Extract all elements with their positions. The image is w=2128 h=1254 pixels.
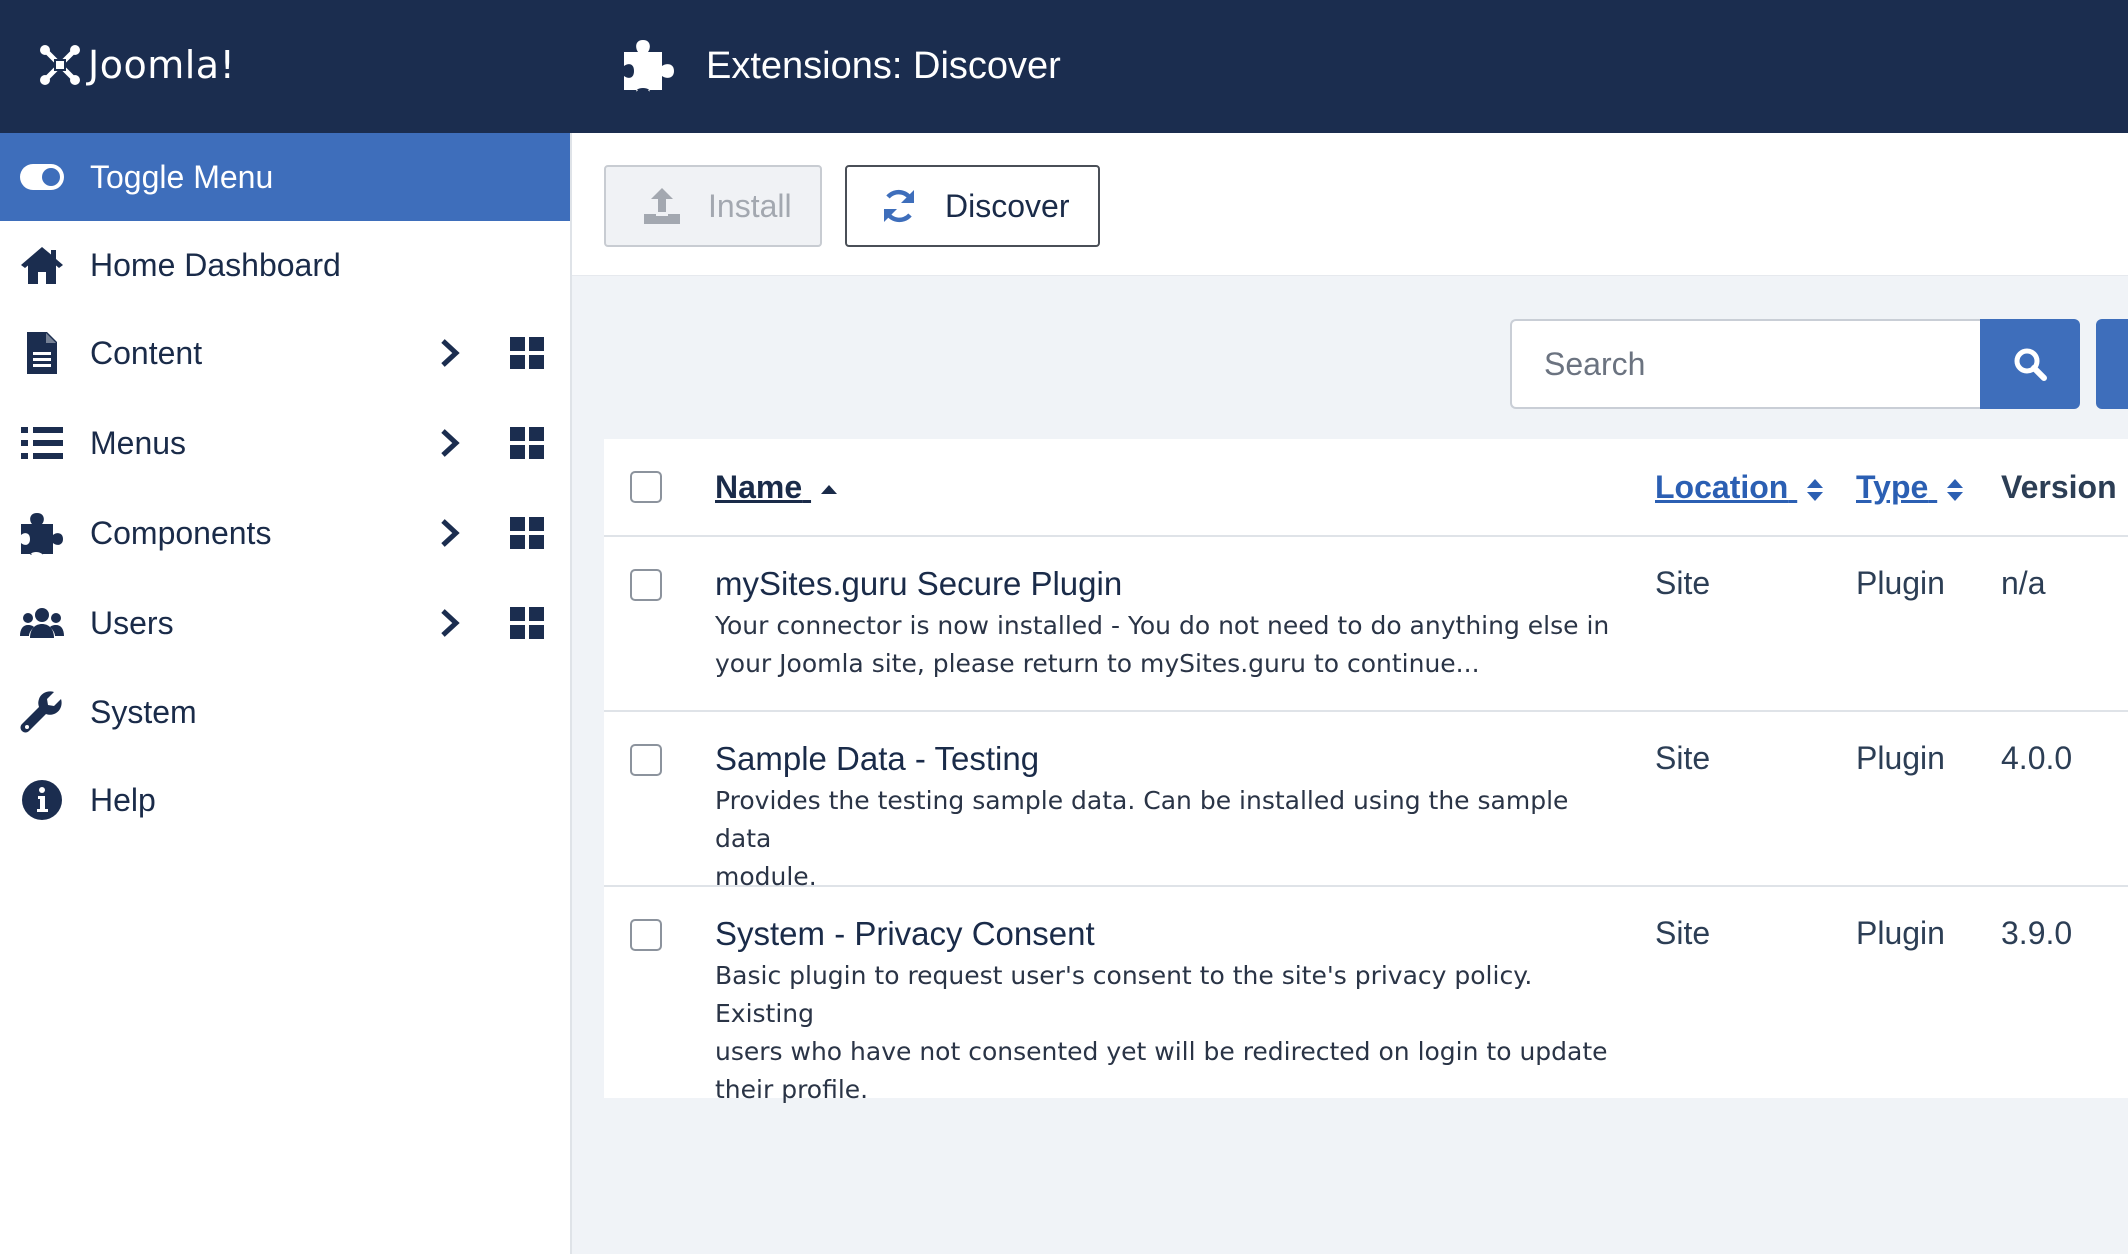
extensions-table: Name Location Type Version mySites.guru … [604,439,2128,1104]
sidebar-item-label: Help [90,781,156,818]
extension-description: Basic plugin to request user's consent t… [715,961,1608,1104]
extension-version: 3.9.0 [2001,915,2073,951]
extension-type: Plugin [1856,740,1945,776]
extension-version: n/a [2001,565,2046,601]
top-header: Joomla! Extensions: Discover [0,0,2128,133]
extension-location: Site [1655,565,1711,601]
sort-icon [1807,478,1824,501]
sidebar-item-label: Content [90,334,203,371]
dashboard-grid-icon[interactable] [508,424,546,462]
info-icon [16,774,68,826]
sidebar-item-menus[interactable]: Menus [0,399,570,487]
discover-button-label: Discover [945,187,1070,224]
wrench-icon [16,686,68,738]
page-title: Extensions: Discover [620,36,1061,96]
extension-type: Plugin [1856,915,1945,951]
sort-asc-icon [821,484,838,494]
chevron-right-icon[interactable] [432,335,468,371]
table-row: Sample Data - Testing Provides the testi… [604,712,2128,891]
sidebar-item-toggle-menu[interactable]: Toggle Menu [0,133,570,221]
chevron-right-icon[interactable] [432,605,468,641]
search-button[interactable] [1980,319,2080,409]
list-icon [16,417,68,469]
extension-description: Provides the testing sample data. Can be… [715,786,1569,891]
puzzle-icon [16,507,68,559]
extension-version: 4.0.0 [2001,740,2073,776]
install-button-label: Install [708,187,792,224]
upload-icon [644,188,680,224]
select-all-checkbox[interactable] [630,471,662,503]
main-content: Install Discover Name [572,133,2128,1254]
home-icon [16,239,68,291]
filter-options-button[interactable] [2096,319,2128,409]
joomla-logo[interactable]: Joomla! [38,40,235,90]
sidebar-item-label: Menus [90,424,187,461]
sidebar-item-label: Users [90,604,174,641]
table-row: mySites.guru Secure Plugin Your connecto… [604,537,2128,712]
joomla-logo-icon [40,45,80,85]
sidebar-item-home-dashboard[interactable]: Home Dashboard [0,221,570,309]
dashboard-grid-icon[interactable] [508,604,546,642]
chevron-right-icon[interactable] [432,425,468,461]
sidebar-item-users[interactable]: Users [0,579,570,667]
sidebar-item-content[interactable]: Content [0,309,570,397]
dashboard-grid-icon[interactable] [508,514,546,552]
search-bar [1510,319,2080,409]
extension-description: Your connector is now installed - You do… [715,611,1610,678]
install-button[interactable]: Install [604,165,822,247]
search-icon [2014,348,2047,381]
page-title-text: Extensions: Discover [706,44,1061,87]
discover-button[interactable]: Discover [845,165,1100,247]
dashboard-grid-icon[interactable] [508,334,546,372]
sidebar-item-label: Components [90,514,272,551]
extension-location: Site [1655,740,1711,776]
row-checkbox[interactable] [630,919,662,951]
column-header-type[interactable]: Type [1856,469,1965,506]
logo-text: Joomla! [88,43,236,87]
sort-icon [1947,478,1964,501]
extension-name: System - Privacy Consent [715,915,1095,952]
table-header: Name Location Type Version [604,439,2128,537]
search-input[interactable] [1510,319,1980,409]
row-checkbox[interactable] [630,569,662,601]
extension-type: Plugin [1856,565,1945,601]
puzzle-icon [624,40,674,92]
sidebar-item-label: Toggle Menu [90,158,274,195]
toolbar: Install Discover [572,133,2128,276]
sidebar-item-components[interactable]: Components [0,489,570,577]
column-header-name[interactable]: Name [715,469,839,506]
sidebar: Toggle Menu Home Dashboard Content Menus [0,133,572,1254]
file-icon [16,327,68,379]
extension-name: Sample Data - Testing [715,740,1040,777]
refresh-icon [883,189,915,223]
table-row: System - Privacy Consent Basic plugin to… [604,887,2128,1104]
column-header-version: Version [2001,469,2117,505]
chevron-right-icon[interactable] [432,515,468,551]
users-icon [16,597,68,649]
column-header-location[interactable]: Location [1655,469,1825,506]
toggle-icon [16,151,68,203]
extension-name: mySites.guru Secure Plugin [715,565,1123,602]
sidebar-item-system[interactable]: System [0,668,570,756]
row-checkbox[interactable] [630,744,662,776]
sidebar-item-help[interactable]: Help [0,756,570,844]
extension-location: Site [1655,915,1711,951]
sidebar-item-label: Home Dashboard [90,246,341,283]
sidebar-item-label: System [90,693,197,730]
